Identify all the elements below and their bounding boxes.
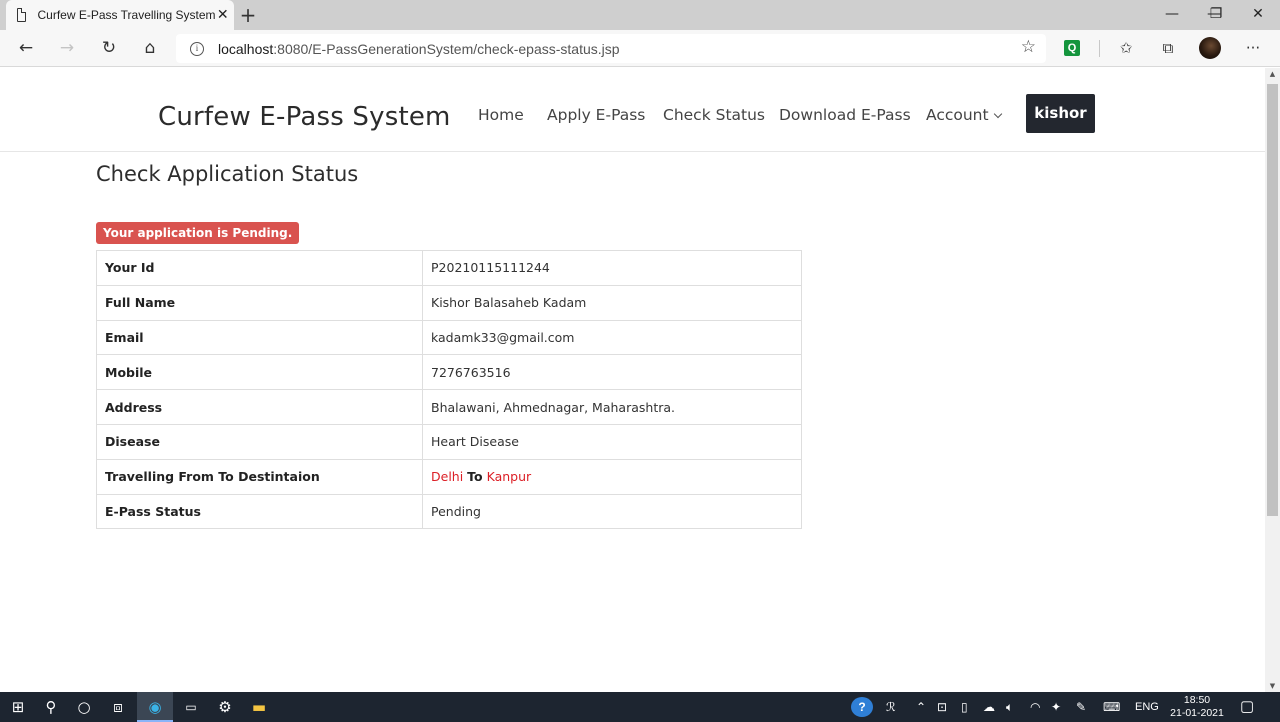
- table-row: Email kadamk33@gmail.com: [96, 319, 802, 356]
- back-icon[interactable]: ←: [11, 34, 41, 62]
- nav-account-label: Account: [926, 106, 989, 124]
- clock-date: 21-01-2021: [1170, 707, 1224, 719]
- toolbar-divider: [1099, 40, 1100, 57]
- table-row: Your Id P20210115111244: [96, 250, 802, 286]
- cortana-icon[interactable]: ○: [66, 692, 102, 722]
- row-label: Email: [96, 319, 423, 356]
- keyboard-icon[interactable]: ⌨: [1103, 692, 1120, 722]
- url-text[interactable]: localhost:8080/E-PassGenerationSystem/ch…: [218, 41, 620, 57]
- status-badge: Your application is Pending.: [96, 222, 300, 244]
- row-value: 7276763516: [422, 354, 802, 391]
- row-value: Heart Disease: [422, 423, 802, 460]
- tab-strip: Curfew E-Pass Travelling System ✕ + — — …: [0, 0, 1280, 30]
- address-bar[interactable]: i localhost:8080/E-PassGenerationSystem/…: [176, 34, 1046, 63]
- more-menu-icon[interactable]: ···: [1238, 34, 1268, 62]
- language-indicator[interactable]: ENG: [1135, 692, 1159, 722]
- chevron-up-icon[interactable]: ⌃: [916, 692, 926, 722]
- close-window-button[interactable]: ✕: [1236, 0, 1280, 30]
- row-value: Pending: [422, 493, 802, 530]
- vertical-scrollbar[interactable]: ▲ ▼: [1265, 68, 1280, 692]
- favorite-star-icon[interactable]: ☆: [1021, 37, 1036, 57]
- help-icon[interactable]: ?: [851, 697, 873, 717]
- refresh-icon[interactable]: ↻: [94, 34, 124, 62]
- home-icon[interactable]: ⌂: [135, 34, 165, 62]
- page-icon: [17, 7, 26, 22]
- dropbox-icon[interactable]: ✦: [1051, 692, 1061, 722]
- nav-apply-epass[interactable]: Apply E-Pass: [547, 106, 645, 124]
- extension-q-icon[interactable]: Q: [1064, 40, 1080, 56]
- clock[interactable]: 18:50 21-01-2021: [1165, 694, 1229, 720]
- scroll-down-icon[interactable]: ▼: [1265, 682, 1280, 690]
- windows-start-icon[interactable]: ⊞: [0, 692, 36, 722]
- volume-icon[interactable]: 🔈︎: [1006, 692, 1013, 722]
- row-value: P20210115111244: [422, 250, 802, 286]
- origin-city: Delhi: [431, 469, 464, 485]
- profile-avatar[interactable]: [1199, 37, 1221, 59]
- onedrive-cloud-icon[interactable]: ☁: [983, 692, 995, 722]
- table-row: Disease Heart Disease: [96, 423, 802, 460]
- site-navbar: Curfew E-Pass System Home Apply E-Pass C…: [0, 68, 1265, 152]
- device-icon[interactable]: ▯: [961, 692, 968, 722]
- people-icon[interactable]: ℛ: [886, 692, 896, 722]
- nav-download-epass[interactable]: Download E-Pass: [779, 106, 911, 124]
- page-viewport: Curfew E-Pass System Home Apply E-Pass C…: [0, 68, 1265, 692]
- table-row: E-Pass Status Pending: [96, 493, 802, 530]
- pen-icon[interactable]: ✎: [1076, 692, 1086, 722]
- scrollbar-thumb[interactable]: [1267, 84, 1278, 516]
- wifi-icon[interactable]: ◠: [1030, 692, 1040, 722]
- tab-close-icon[interactable]: ✕: [216, 7, 230, 23]
- row-label: E-Pass Status: [96, 493, 423, 530]
- table-row: Address Bhalawani, Ahmednagar, Maharasht…: [96, 389, 802, 425]
- destination-city: Kanpur: [486, 469, 532, 485]
- maximize-button[interactable]: ❐: [1194, 0, 1238, 30]
- application-details-table: Your Id P20210115111244 Full Name Kishor…: [96, 250, 802, 530]
- row-label: Full Name: [96, 284, 423, 321]
- user-button[interactable]: kishor: [1026, 94, 1095, 133]
- network-adapter-icon[interactable]: ⊡: [937, 692, 947, 722]
- to-word: To: [467, 469, 483, 485]
- row-label: Mobile: [96, 354, 423, 391]
- terminal-icon[interactable]: ▭: [173, 692, 209, 722]
- browser-tab[interactable]: Curfew E-Pass Travelling System ✕: [6, 0, 234, 30]
- tab-title: Curfew E-Pass Travelling System: [37, 8, 216, 22]
- nav-home[interactable]: Home: [478, 106, 524, 124]
- taskbar: ⊞ ⚲ ○ ⧈ ◉ ▭ ⚙ ▬ ? ℛ ⌃ ⊡ ▯ ☁ 🔈︎ ◠ ✦ ✎ ⌨ E…: [0, 692, 1280, 722]
- forward-icon[interactable]: →: [52, 34, 82, 62]
- site-brand[interactable]: Curfew E-Pass System: [158, 102, 451, 132]
- minimize-button-visible[interactable]: —: [1150, 0, 1194, 30]
- favorites-icon[interactable]: ✩: [1111, 34, 1141, 62]
- file-explorer-icon[interactable]: ▬: [241, 692, 277, 722]
- site-info-icon[interactable]: i: [190, 41, 204, 56]
- chevron-down-icon: [993, 109, 1002, 119]
- row-label: Address: [96, 389, 423, 425]
- row-value: kadamk33@gmail.com: [422, 319, 802, 356]
- row-value: Kishor Balasaheb Kadam: [422, 284, 802, 321]
- table-row: Travelling From To Destintaion Delhi To …: [96, 458, 802, 495]
- page-title: Check Application Status: [96, 162, 359, 186]
- table-row: Full Name Kishor Balasaheb Kadam: [96, 284, 802, 321]
- task-view-icon[interactable]: ⧈: [100, 692, 136, 722]
- row-label: Travelling From To Destintaion: [96, 458, 423, 495]
- new-tab-button[interactable]: +: [238, 3, 258, 27]
- edge-browser-icon[interactable]: ◉: [137, 692, 173, 722]
- collections-icon[interactable]: ⧉: [1153, 34, 1183, 62]
- row-value: Bhalawani, Ahmednagar, Maharashtra.: [422, 389, 802, 425]
- search-icon[interactable]: ⚲: [33, 692, 69, 722]
- nav-check-status[interactable]: Check Status: [663, 106, 765, 124]
- row-label: Disease: [96, 423, 423, 460]
- notification-icon[interactable]: ▢: [1240, 692, 1254, 722]
- route-value: Delhi To Kanpur: [422, 458, 802, 495]
- settings-gear-icon[interactable]: ⚙: [207, 692, 243, 722]
- clock-time: 18:50: [1183, 694, 1211, 706]
- scroll-up-icon[interactable]: ▲: [1265, 70, 1280, 78]
- browser-toolbar: ← → ↻ ⌂ i localhost:8080/E-PassGeneratio…: [0, 30, 1280, 67]
- row-label: Your Id: [96, 250, 423, 286]
- nav-account[interactable]: Account: [926, 106, 1002, 124]
- table-row: Mobile 7276763516: [96, 354, 802, 391]
